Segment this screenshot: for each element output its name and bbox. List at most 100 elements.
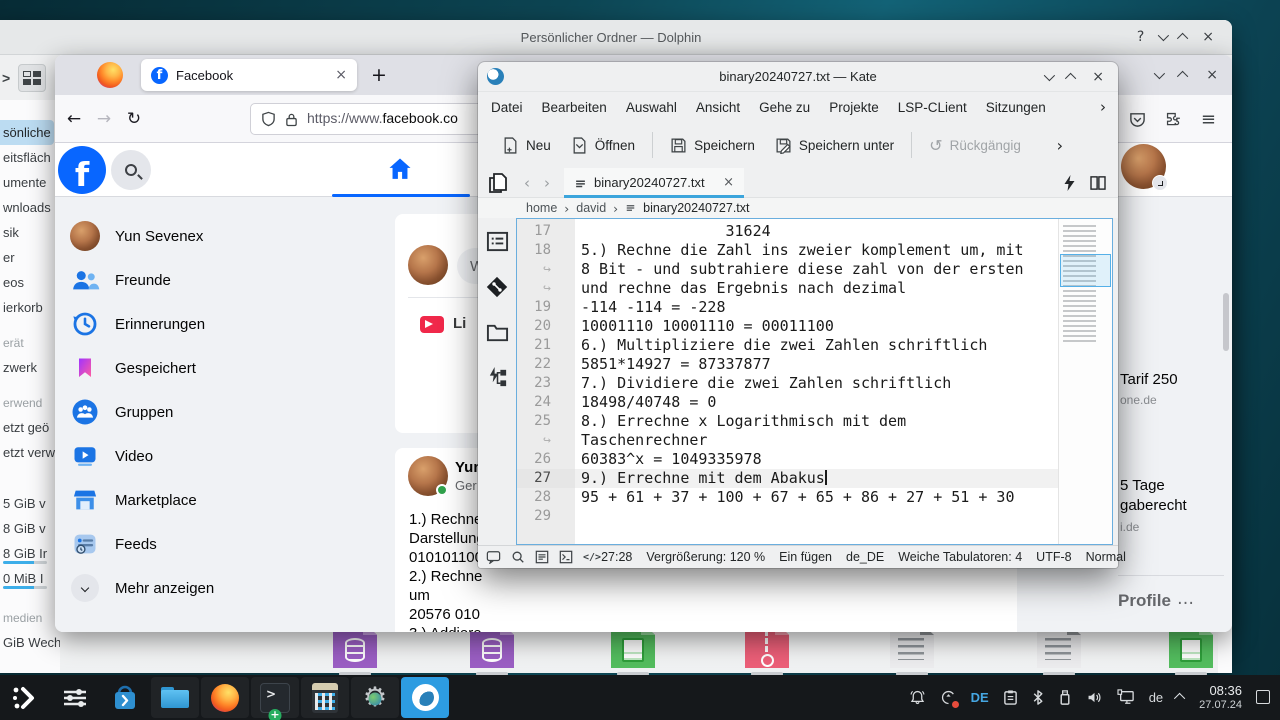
menu-item[interactable]: Projekte — [829, 100, 879, 115]
kate-close-button[interactable]: × — [1092, 70, 1104, 84]
line-text[interactable]: 31624 — [575, 222, 1058, 241]
live-video-icon[interactable] — [420, 316, 444, 333]
line-text[interactable]: und rechne das Ergebnis nach dezimal — [575, 279, 1058, 298]
editor-line[interactable]: 25 8.) Errechne x Logarithmisch mit dem — [517, 412, 1058, 431]
breadcrumb-home[interactable]: home — [526, 201, 557, 215]
document-tab[interactable]: binary20240727.txt × — [564, 168, 744, 198]
editor-text-area[interactable]: 17 31624 18 5.) Rechne die Zahl ins zwei… — [517, 219, 1058, 544]
updates-tray-icon[interactable] — [940, 689, 957, 706]
editor-line[interactable]: 18 5.) Rechne die Zahl ins zweier komple… — [517, 241, 1058, 260]
editor-line[interactable]: 21 6.) Multipliziere die zwei Zahlen sch… — [517, 336, 1058, 355]
volume-tray-icon[interactable] — [1086, 689, 1103, 706]
firefox-maximize-button[interactable] — [1177, 71, 1188, 82]
taskbar-kate-task-active[interactable] — [401, 677, 449, 718]
diagnostics-panel-icon[interactable] — [535, 550, 549, 564]
menu-item[interactable]: Bearbeiten — [542, 100, 607, 115]
terminal-panel-icon[interactable] — [559, 550, 573, 564]
editor-line[interactable]: 22 5851*14927 = 87337877 — [517, 355, 1058, 374]
post-author-avatar[interactable] — [408, 456, 448, 496]
line-text[interactable]: 95 + 61 + 37 + 100 + 67 + 65 + 86 + 27 +… — [575, 488, 1058, 507]
sidebar-item-video[interactable]: Video — [59, 434, 395, 478]
menu-item[interactable]: Datei — [491, 100, 523, 115]
tab-forward-icon[interactable]: › — [544, 174, 550, 192]
facebook-search-button[interactable] — [111, 150, 151, 190]
sidebar-item-see-more[interactable]: Mehr anzeigen — [59, 566, 395, 610]
editor-line[interactable]: 20 10001110 10001110 = 00011100 — [517, 317, 1058, 336]
sidebar-item-friends[interactable]: Freunde — [59, 258, 395, 302]
sidebar-item-groups[interactable]: Gruppen — [59, 390, 395, 434]
new-file-button[interactable]: Neu — [492, 128, 561, 162]
line-text[interactable]: -114 -114 = -228 — [575, 298, 1058, 317]
minimap-viewport-box[interactable] — [1060, 254, 1111, 287]
menu-item[interactable]: Gehe zu — [759, 100, 810, 115]
documents-panel-icon[interactable] — [486, 230, 509, 253]
new-tab-button[interactable]: + — [371, 64, 387, 86]
taskbar-konsole-task[interactable]: >+ — [251, 677, 299, 718]
symbols-panel-icon[interactable] — [486, 366, 509, 389]
output-panel-icon[interactable] — [486, 550, 501, 564]
usb-device-tray-icon[interactable] — [1058, 689, 1072, 706]
account-avatar[interactable] — [1121, 144, 1166, 189]
show-desktop-button[interactable] — [1256, 690, 1270, 704]
dolphin-places-item[interactable]: medien — [0, 605, 54, 630]
dolphin-places-item[interactable]: 8 GiB Ir — [0, 541, 54, 566]
breadcrumb-file[interactable]: binary20240727.txt — [643, 201, 749, 215]
pocket-save-icon[interactable] — [1129, 111, 1146, 128]
dolphin-places-item[interactable]: etzt geö — [0, 415, 54, 440]
code-mode-icon[interactable]: </> — [583, 552, 601, 563]
statusbar-segment[interactable]: Normal — [1086, 550, 1126, 564]
reload-button[interactable]: ↻ — [119, 109, 149, 129]
composer-avatar[interactable] — [408, 245, 448, 285]
line-text[interactable]: 8.) Errechne x Logarithmisch mit dem — [575, 412, 1058, 431]
menu-item[interactable]: Auswahl — [626, 100, 677, 115]
discover-store-button[interactable] — [101, 677, 149, 718]
notifications-tray-icon[interactable] — [909, 689, 926, 706]
dolphin-minimize-button[interactable] — [1158, 30, 1169, 41]
bluetooth-tray-icon[interactable] — [1032, 689, 1044, 706]
breadcrumb-user[interactable]: david — [576, 201, 606, 215]
taskbar-settings-task[interactable]: ⚙ — [351, 677, 399, 718]
dolphin-places-item[interactable]: zwerk — [0, 355, 54, 380]
menu-item[interactable]: Sitzungen — [986, 100, 1046, 115]
ad-title[interactable]: 5 Tage — [1120, 477, 1165, 494]
clipboard-tray-icon[interactable] — [1003, 689, 1018, 706]
statusbar-segment[interactable]: Ein fügen — [779, 550, 832, 564]
document-tab-close-icon[interactable]: × — [723, 175, 734, 190]
extensions-puzzle-icon[interactable] — [1165, 111, 1182, 128]
ad-title[interactable]: Tarif 250 — [1120, 371, 1178, 388]
dolphin-places-item[interactable]: GiB Wechselmedium — [0, 630, 54, 655]
system-settings-button[interactable] — [51, 677, 99, 718]
page-scrollbar-thumb[interactable] — [1223, 293, 1229, 351]
network-tray-icon[interactable] — [1117, 689, 1135, 705]
editor-minimap[interactable] — [1058, 219, 1112, 544]
editor-line[interactable]: ↪ 8 Bit - und subtrahiere diese zahl von… — [517, 260, 1058, 279]
statusbar-segment[interactable]: Weiche Tabulatoren: 4 — [898, 550, 1022, 564]
line-text[interactable]: 60383^x = 1049335978 — [575, 450, 1058, 469]
keyboard-layout-tray[interactable]: DE — [971, 690, 989, 705]
dolphin-places-item[interactable]: etzt verw — [0, 440, 54, 465]
kate-maximize-button[interactable] — [1065, 72, 1076, 83]
dolphin-places-item[interactable]: eitsfläch — [0, 145, 54, 170]
line-text[interactable]: 5851*14927 = 87337877 — [575, 355, 1058, 374]
dolphin-places-item[interactable]: umente — [0, 170, 54, 195]
editor-line[interactable]: ↪ Taschenrechner — [517, 431, 1058, 450]
dolphin-places-item[interactable]: 8 GiB v — [0, 516, 54, 541]
firefox-close-button[interactable]: × — [1206, 68, 1218, 82]
back-button[interactable]: ← — [59, 109, 89, 129]
open-file-button[interactable]: Öffnen — [561, 128, 645, 162]
documents-stack-icon[interactable] — [486, 171, 510, 195]
dolphin-places-item[interactable]: 0 MiB I — [0, 566, 54, 591]
dolphin-places-item[interactable]: wnloads — [0, 195, 54, 220]
dolphin-places-item[interactable]: er — [0, 245, 54, 270]
split-view-icon[interactable] — [1090, 176, 1106, 190]
toolbar-overflow-icon[interactable]: › — [1057, 136, 1063, 155]
editor-line[interactable]: ↪ und rechne das Ergebnis nach dezimal — [517, 279, 1058, 298]
dolphin-places-item[interactable]: eos — [0, 270, 54, 295]
tab-close-icon[interactable]: × — [335, 67, 347, 83]
dolphin-maximize-button[interactable] — [1177, 33, 1188, 44]
dolphin-places-item[interactable]: erwend — [0, 390, 54, 415]
taskbar-firefox-task[interactable] — [201, 677, 249, 718]
keyboard-layout-indicator[interactable]: de — [1149, 690, 1163, 705]
clock-widget[interactable]: 08:36 27.07.24 — [1199, 684, 1242, 712]
sidebar-item-marketplace[interactable]: Marketplace — [59, 478, 395, 522]
